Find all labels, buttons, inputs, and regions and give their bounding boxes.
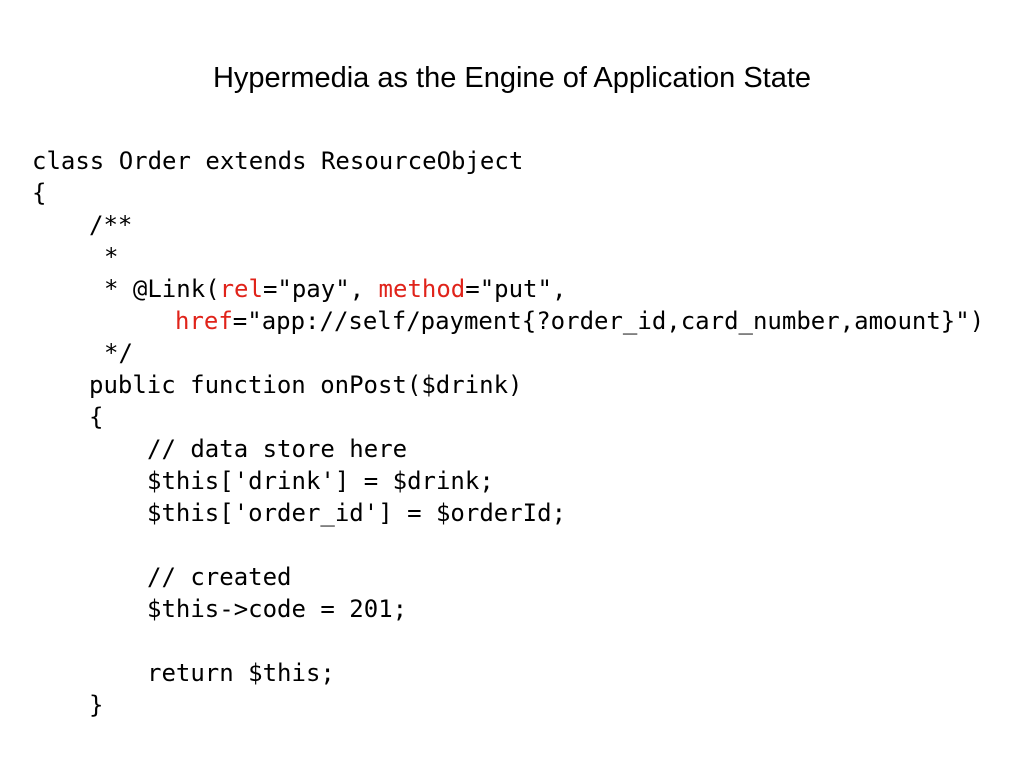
link-rel-value: ="pay",: [262, 275, 379, 303]
code-line-class-declaration: class Order extends ResourceObject: [32, 147, 524, 175]
code-line-docblock-open: /**: [89, 211, 133, 239]
code-line-comment-data-store: // data store here: [147, 435, 408, 463]
code-line-status-code: $this->code = 201;: [147, 595, 408, 623]
link-attr-href: href: [175, 307, 233, 335]
code-line-function-signature: public function onPost($drink): [89, 371, 523, 399]
code-line-assign-drink: $this['drink'] = $drink;: [147, 467, 494, 495]
code-block: class Order extends ResourceObject { /**…: [32, 145, 1012, 721]
code-line-return: return $this;: [147, 659, 335, 687]
link-attr-method: method: [378, 275, 466, 303]
code-line-function-close-brace: }: [89, 691, 104, 719]
slide: Hypermedia as the Engine of Application …: [0, 0, 1024, 768]
code-line-class-open-brace: {: [32, 179, 47, 207]
code-line-assign-order-id: $this['order_id'] = $orderId;: [147, 499, 567, 527]
code-line-link-href: href="app://self/payment{?order_id,card_…: [32, 305, 1012, 337]
link-annotation-prefix: * @Link(: [104, 275, 220, 303]
slide-title: Hypermedia as the Engine of Application …: [212, 62, 812, 94]
link-method-value: ="put",: [465, 275, 567, 303]
link-attr-rel: rel: [219, 275, 263, 303]
code-line-link-annotation: * @Link(rel="pay", method="put",: [32, 273, 1012, 305]
code-line-comment-created: // created: [147, 563, 292, 591]
code-line-docblock-star: *: [104, 243, 119, 271]
link-href-value: ="app://self/payment{?order_id,card_numb…: [232, 307, 985, 335]
code-line-docblock-close: */: [104, 339, 133, 367]
code-line-function-open-brace: {: [89, 403, 104, 431]
